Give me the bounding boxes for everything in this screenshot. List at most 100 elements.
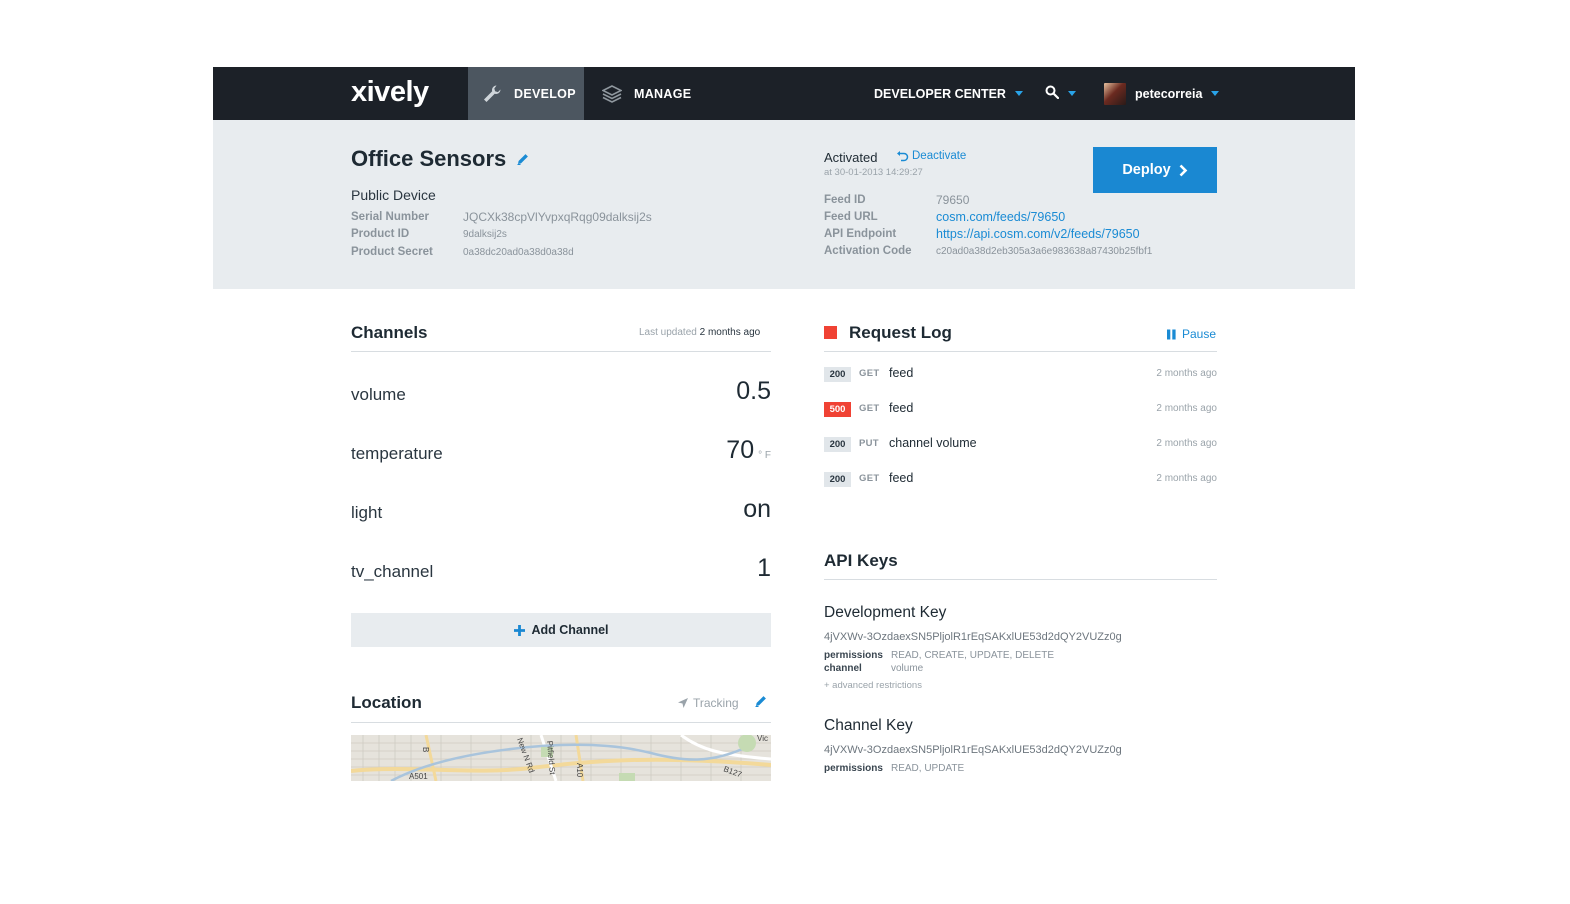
add-channel-button[interactable]: Add Channel bbox=[351, 613, 771, 647]
log-entry[interactable]: 500 GET feed 2 months ago bbox=[824, 401, 1217, 420]
add-channel-label: Add Channel bbox=[531, 623, 609, 637]
channel-value: 1 bbox=[757, 554, 771, 583]
permissions-value: READ, UPDATE bbox=[891, 763, 965, 774]
top-navbar: xively DEVELOP MANAGE DEVELOPER CENTER p… bbox=[213, 67, 1355, 120]
wrench-icon bbox=[482, 84, 502, 104]
status-badge: 200 bbox=[824, 437, 851, 452]
feed-id-value: 79650 bbox=[936, 193, 970, 207]
channel-value: volume bbox=[891, 663, 924, 674]
http-method: GET bbox=[859, 403, 880, 414]
api-key-value[interactable]: 4jVXWv-3OzdaexSN5PljolR1rEqSAKxlUE53d2dQ… bbox=[824, 631, 1122, 643]
product-id-label: Product ID bbox=[351, 228, 410, 240]
channel-value: 0.5 bbox=[736, 377, 771, 406]
channel-value: on bbox=[743, 495, 771, 524]
channel-value-number: 1 bbox=[757, 554, 771, 582]
developer-center-menu[interactable]: DEVELOPER CENTER bbox=[874, 67, 1023, 120]
activation-time: at 30-01-2013 14:29:27 bbox=[824, 167, 923, 178]
api-endpoint-label: API Endpoint bbox=[824, 228, 897, 240]
location-map[interactable]: B New N Rd Pitfield St A10 A501 B127 Vic bbox=[351, 735, 771, 781]
permissions-value: READ, CREATE, UPDATE, DELETE bbox=[891, 650, 1054, 661]
channel-name: temperature bbox=[351, 444, 443, 463]
http-method: GET bbox=[859, 368, 880, 379]
search-icon bbox=[1045, 85, 1060, 102]
log-entry[interactable]: 200 PUT channel volume 2 months ago bbox=[824, 436, 1217, 455]
username: petecorreia bbox=[1135, 86, 1203, 101]
serial-number-label: Serial Number bbox=[351, 211, 429, 223]
tab-manage[interactable]: MANAGE bbox=[602, 67, 691, 120]
pause-button[interactable]: Pause bbox=[1166, 327, 1216, 341]
product-secret-value: 0a38dc20ad0a38d0a38d bbox=[463, 247, 574, 258]
log-entry[interactable]: 200 GET feed 2 months ago bbox=[824, 366, 1217, 385]
deploy-button[interactable]: Deploy bbox=[1093, 147, 1217, 193]
divider bbox=[824, 351, 1217, 352]
log-resource: feed bbox=[889, 401, 914, 415]
log-time: 2 months ago bbox=[1156, 368, 1217, 379]
divider bbox=[351, 722, 771, 723]
tab-manage-label: MANAGE bbox=[634, 86, 692, 101]
tracking-label: Tracking bbox=[693, 696, 739, 710]
device-type: Public Device bbox=[351, 187, 436, 203]
status-badge: 500 bbox=[824, 402, 851, 417]
api-key-name: Development Key bbox=[824, 604, 947, 621]
log-resource: feed bbox=[889, 471, 914, 485]
location-title: Location bbox=[351, 693, 422, 712]
device-name: Office Sensors bbox=[351, 146, 507, 171]
deploy-label: Deploy bbox=[1122, 162, 1171, 178]
log-time: 2 months ago bbox=[1156, 438, 1217, 449]
log-resource: channel volume bbox=[889, 436, 977, 450]
api-key-name: Channel Key bbox=[824, 717, 913, 734]
recording-indicator-icon bbox=[824, 326, 837, 339]
tracking-toggle[interactable]: Tracking bbox=[677, 696, 739, 710]
activation-code-label: Activation Code bbox=[824, 245, 912, 257]
search-menu[interactable] bbox=[1045, 67, 1076, 120]
map-label: A10 bbox=[575, 763, 584, 778]
activation-status: Activated bbox=[824, 150, 878, 165]
xively-logo[interactable]: xively bbox=[351, 76, 429, 109]
device-header: Office Sensors Public Device Serial Numb… bbox=[213, 120, 1355, 289]
request-log-title: Request Log bbox=[849, 323, 952, 342]
tab-develop-label: DEVELOP bbox=[514, 86, 576, 101]
chevron-right-icon bbox=[1179, 164, 1188, 177]
undo-icon bbox=[896, 150, 909, 162]
http-method: GET bbox=[859, 473, 880, 484]
api-endpoint-link[interactable]: https://api.cosm.com/v2/feeds/79650 bbox=[936, 227, 1140, 241]
pause-icon bbox=[1166, 329, 1177, 340]
channel-row[interactable]: temperature 70 ° F bbox=[351, 435, 771, 475]
channel-unit: ° F bbox=[758, 450, 771, 461]
permissions-label: permissions bbox=[824, 763, 883, 774]
advanced-restrictions-link[interactable]: + advanced restrictions bbox=[824, 680, 922, 691]
edit-pencil-icon[interactable] bbox=[516, 152, 530, 166]
deactivate-link[interactable]: Deactivate bbox=[896, 150, 966, 162]
channel-label: channel bbox=[824, 663, 862, 674]
permissions-label: permissions bbox=[824, 650, 883, 661]
feed-url-link[interactable]: cosm.com/feeds/79650 bbox=[936, 210, 1065, 224]
feed-url-label: Feed URL bbox=[824, 211, 878, 223]
channel-row[interactable]: volume 0.5 bbox=[351, 376, 771, 416]
log-entry[interactable]: 200 GET feed 2 months ago bbox=[824, 471, 1217, 490]
navigation-arrow-icon bbox=[677, 697, 689, 709]
channel-name: light bbox=[351, 503, 383, 522]
api-keys-title: API Keys bbox=[824, 551, 898, 570]
log-time: 2 months ago bbox=[1156, 403, 1217, 414]
divider bbox=[824, 579, 1217, 580]
avatar bbox=[1104, 82, 1126, 105]
divider bbox=[351, 351, 771, 352]
chevron-down-icon bbox=[1068, 91, 1076, 96]
content-clip bbox=[213, 781, 1355, 904]
product-id-value: 9dalksij2s bbox=[463, 229, 507, 240]
pause-label: Pause bbox=[1182, 327, 1217, 341]
chevron-down-icon bbox=[1211, 91, 1220, 96]
channel-value-number: 0.5 bbox=[736, 377, 771, 405]
edit-pencil-icon[interactable] bbox=[754, 694, 768, 708]
channel-row[interactable]: light on bbox=[351, 494, 771, 534]
channel-row[interactable]: tv_channel 1 bbox=[351, 553, 771, 593]
product-secret-label: Product Secret bbox=[351, 246, 433, 258]
user-menu[interactable]: petecorreia bbox=[1104, 67, 1220, 120]
serial-number-value: JQCXk38cpVlYvpxqRqg09dalksij2s bbox=[463, 210, 652, 224]
status-badge: 200 bbox=[824, 472, 851, 487]
api-key-value[interactable]: 4jVXWv-3OzdaexSN5PljolR1rEqSAKxlUE53d2dQ… bbox=[824, 744, 1122, 756]
map-label: B bbox=[421, 747, 430, 752]
app-window: xively DEVELOP MANAGE DEVELOPER CENTER p… bbox=[213, 67, 1355, 904]
activation-code-value: c20ad0a38d2eb305a3a6e983638a87430b25fbf1 bbox=[936, 246, 1153, 257]
tab-develop[interactable]: DEVELOP bbox=[468, 67, 584, 120]
